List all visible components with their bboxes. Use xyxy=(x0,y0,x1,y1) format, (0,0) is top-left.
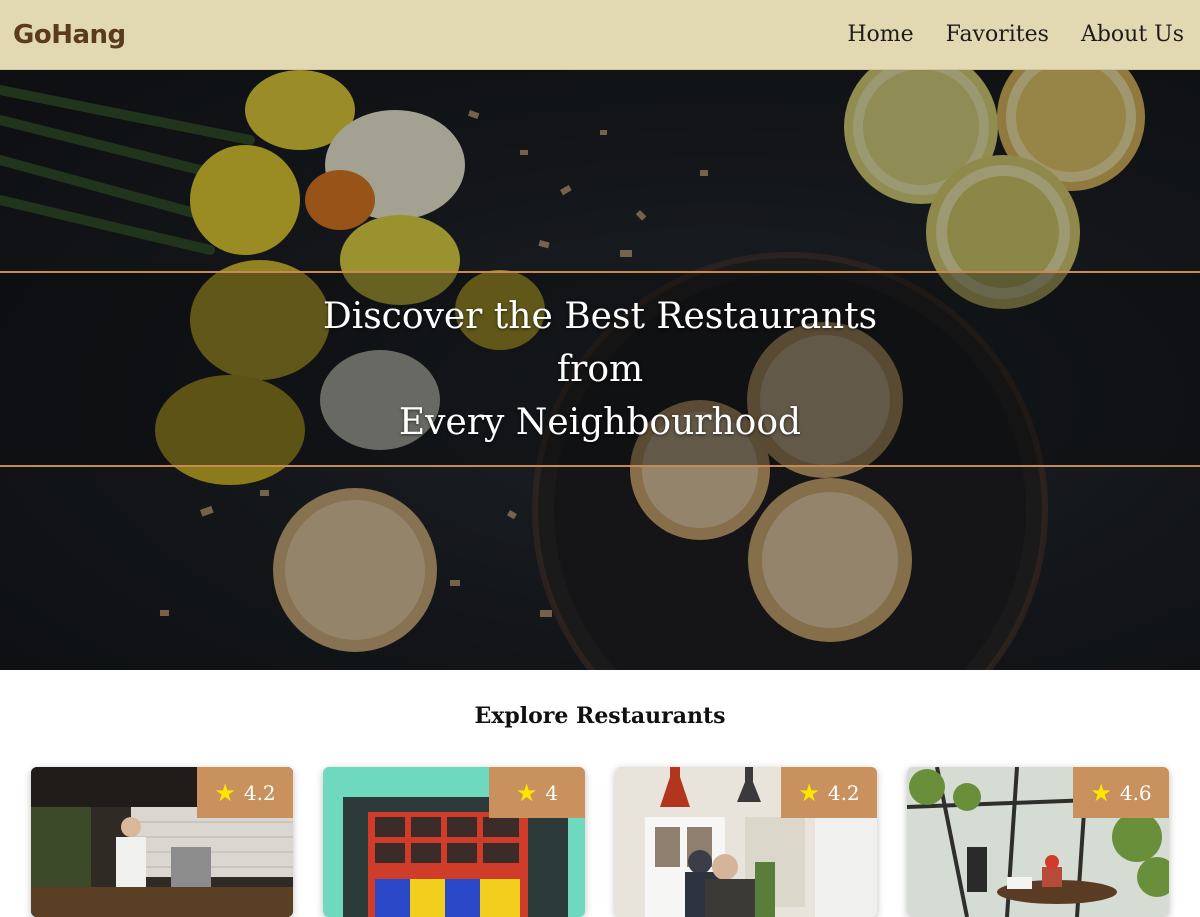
rating-value: 4.2 xyxy=(827,780,860,805)
restaurant-card[interactable]: ★ 4 xyxy=(323,767,585,917)
star-icon: ★ xyxy=(1090,778,1112,807)
restaurant-card[interactable]: ★ 4.2 xyxy=(615,767,877,917)
nav-home[interactable]: Home xyxy=(847,22,913,47)
logo[interactable]: GoHang xyxy=(13,20,126,50)
rating-value: 4.6 xyxy=(1119,780,1152,805)
hero-section: Discover the Best Restaurants from Every… xyxy=(0,70,1200,670)
nav-about-us[interactable]: About Us xyxy=(1081,22,1184,47)
rating-value: 4.2 xyxy=(243,780,276,805)
star-icon: ★ xyxy=(214,778,236,807)
site-header: GoHang Home Favorites About Us xyxy=(0,0,1200,70)
explore-title: Explore Restaurants xyxy=(474,703,726,729)
hero-title-line-1: Discover the Best Restaurants xyxy=(322,295,878,337)
rating-badge: ★ 4.2 xyxy=(197,767,293,818)
nav-favorites[interactable]: Favorites xyxy=(946,22,1049,47)
restaurant-card[interactable]: ★ 4.6 xyxy=(907,767,1169,917)
rating-value: 4 xyxy=(545,780,559,805)
star-icon: ★ xyxy=(515,778,538,807)
star-icon: ★ xyxy=(798,778,820,807)
restaurant-card[interactable]: ★ 4.2 xyxy=(31,767,293,917)
rating-badge: ★ 4 xyxy=(489,767,585,818)
rating-badge: ★ 4.2 xyxy=(781,767,877,818)
restaurant-list: ★ 4.2 ★ 4 ★ 4.2 ★ 4.6 xyxy=(31,767,1171,917)
hero-title-line-3: Every Neighbourhood xyxy=(398,401,802,443)
hero-title-line-2: from xyxy=(556,348,644,390)
hero-title: Discover the Best Restaurants from Every… xyxy=(323,290,877,449)
main-nav: Home Favorites About Us xyxy=(847,22,1184,47)
rating-badge: ★ 4.6 xyxy=(1073,767,1169,818)
hero-banner: Discover the Best Restaurants from Every… xyxy=(0,271,1200,467)
